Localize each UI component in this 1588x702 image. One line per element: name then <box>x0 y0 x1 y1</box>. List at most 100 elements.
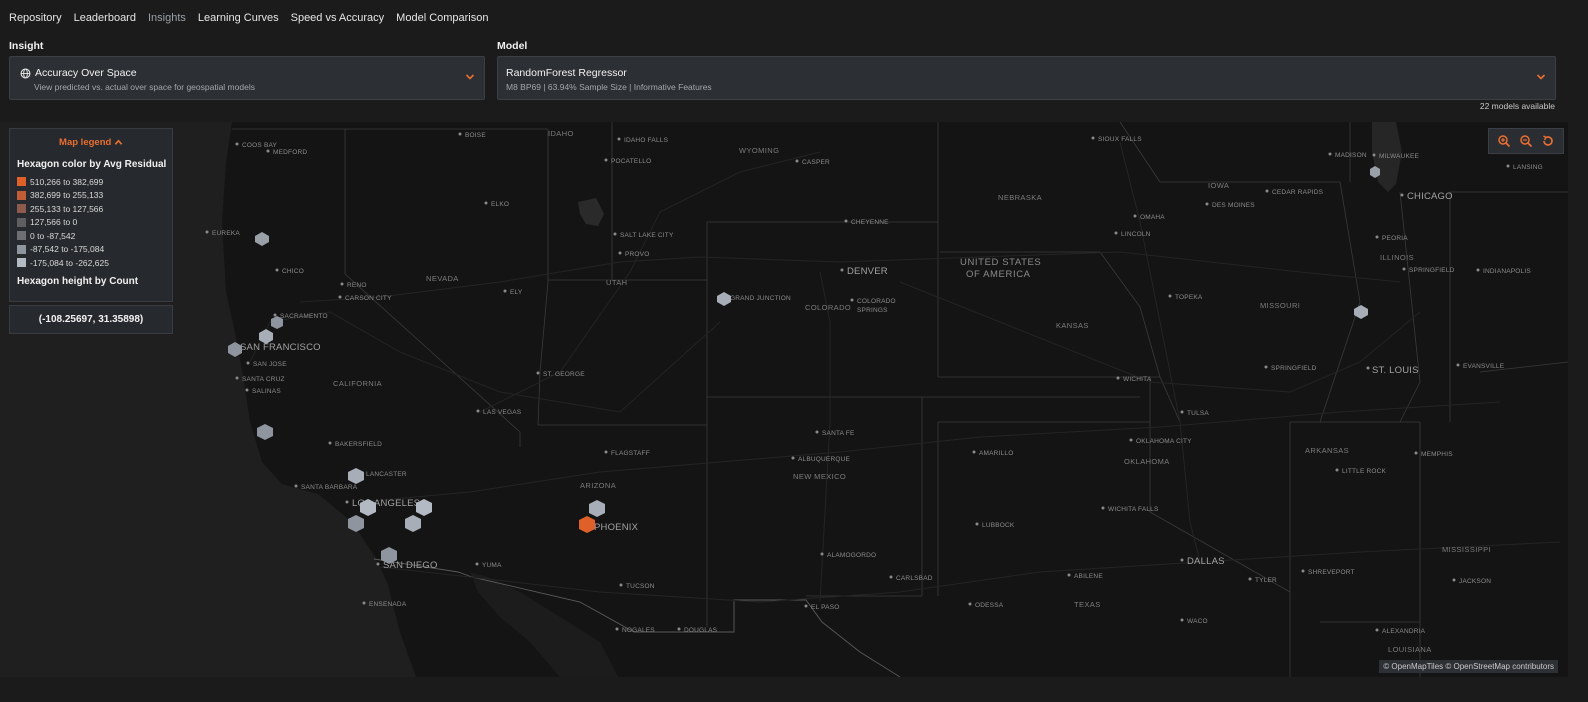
great-salt-lake <box>578 198 604 226</box>
svg-text:LITTLE ROCK: LITTLE ROCK <box>1342 468 1387 475</box>
state-arkansas: ARKANSAS <box>1305 446 1349 455</box>
state-illinois: ILLINOIS <box>1380 253 1414 262</box>
svg-text:CARLSBAD: CARLSBAD <box>896 575 933 582</box>
city-san-francisco: SAN FRANCISCO <box>240 342 321 353</box>
svg-text:SPRINGFIELD: SPRINGFIELD <box>1409 267 1455 274</box>
city-milwaukee: MILWAUKEE <box>1372 153 1420 160</box>
model-subtitle: M8 BP69 | 63.94% Sample Size | Informati… <box>506 82 712 92</box>
svg-text:AMARILLO: AMARILLO <box>979 450 1013 457</box>
city-topeka: TOPEKA <box>1168 294 1203 301</box>
reset-view-icon[interactable] <box>1541 134 1555 148</box>
nav-leaderboard[interactable]: Leaderboard <box>74 12 136 24</box>
svg-text:DALLAS: DALLAS <box>1187 556 1225 567</box>
city-cheyenne: CHEYENNE <box>844 219 889 226</box>
legend-toggle-button[interactable]: Map legend <box>10 137 172 148</box>
svg-text:GRAND JUNCTION: GRAND JUNCTION <box>730 295 791 302</box>
svg-text:TYLER: TYLER <box>1255 577 1277 584</box>
svg-text:LOUISIANA: LOUISIANA <box>1388 645 1432 654</box>
city-denver: DENVER <box>840 266 888 277</box>
map-tools <box>1488 128 1564 154</box>
svg-text:ARKANSAS: ARKANSAS <box>1305 446 1349 455</box>
gulf-of-california <box>470 572 618 677</box>
city-wichita-falls: WICHITA FALLS <box>1101 506 1159 513</box>
city-st-louis: ST. LOUIS <box>1366 365 1418 376</box>
city-st-george: ST. GEORGE <box>536 371 585 378</box>
country-usa: UNITED STATESOF AMERICA <box>960 257 1041 280</box>
legend-row: 382,699 to 255,133 <box>17 189 172 203</box>
svg-text:MADISON: MADISON <box>1335 152 1367 159</box>
city-sioux-falls: SIOUX FALLS <box>1091 136 1142 143</box>
svg-text:JACKSON: JACKSON <box>1459 578 1491 585</box>
svg-text:CEDAR RAPIDS: CEDAR RAPIDS <box>1272 189 1324 196</box>
city-lubbock: LUBBOCK <box>975 522 1015 529</box>
city-odessa: ODESSA <box>968 602 1004 609</box>
svg-text:KANSAS: KANSAS <box>1056 321 1089 330</box>
city-yuma: YUMA <box>475 562 502 569</box>
city-san-jose: SAN JOSE <box>246 361 287 368</box>
city-reno: RENO <box>340 282 366 289</box>
map-canvas[interactable]: COOS BAY MEDFORD EUREKA CHICO RENO CARSO… <box>0 122 1568 677</box>
model-section-label: Model <box>497 40 528 52</box>
city-evansville: EVANSVILLE <box>1456 363 1505 370</box>
city-carson-city: CARSON CITY <box>338 295 392 302</box>
svg-text:DES MOINES: DES MOINES <box>1212 202 1255 209</box>
city-coos-bay: COOS BAY <box>235 142 278 149</box>
city-las-vegas: LAS VEGAS <box>476 409 522 416</box>
bottom-bar <box>0 677 1588 702</box>
svg-text:IDAHO FALLS: IDAHO FALLS <box>624 137 669 144</box>
svg-text:LUBBOCK: LUBBOCK <box>982 522 1015 529</box>
svg-text:ENSENADA: ENSENADA <box>369 601 407 608</box>
svg-text:LAS VEGAS: LAS VEGAS <box>483 409 522 416</box>
legend-swatch <box>17 190 26 200</box>
nav-insights[interactable]: Insights <box>148 12 186 24</box>
legend-range-label: 382,699 to 255,133 <box>30 190 104 201</box>
city-grand-junction: GRAND JUNCTION <box>723 295 791 302</box>
legend-range-label: 127,566 to 0 <box>30 217 78 228</box>
svg-text:SALT LAKE CITY: SALT LAKE CITY <box>620 232 674 239</box>
city-waco: WACO <box>1180 618 1208 625</box>
zoom-out-icon[interactable] <box>1519 134 1533 148</box>
zoom-in-icon[interactable] <box>1497 134 1511 148</box>
legend-swatch <box>17 244 26 254</box>
svg-text:LINCOLN: LINCOLN <box>1121 231 1151 238</box>
nav-learning-curves[interactable]: Learning Curves <box>198 12 279 24</box>
nav-repository[interactable]: Repository <box>9 12 62 24</box>
city-memphis: MEMPHIS <box>1414 451 1453 458</box>
city-provo: PROVO <box>618 251 649 258</box>
svg-text:ELY: ELY <box>510 289 523 296</box>
svg-text:PROVO: PROVO <box>625 251 649 258</box>
chevron-up-icon <box>114 139 123 145</box>
city-cedar-rapids: CEDAR RAPIDS <box>1265 189 1324 196</box>
city-shreveport: SHREVEPORT <box>1301 569 1355 576</box>
roads <box>249 141 1561 603</box>
svg-text:ELKO: ELKO <box>491 201 509 208</box>
svg-text:SHREVEPORT: SHREVEPORT <box>1308 569 1355 576</box>
chevron-down-icon <box>465 74 475 80</box>
svg-text:MILWAUKEE: MILWAUKEE <box>1379 153 1420 160</box>
hexagon <box>405 515 421 532</box>
svg-text:ILLINOIS: ILLINOIS <box>1380 253 1414 262</box>
nav-model-comparison[interactable]: Model Comparison <box>396 12 488 24</box>
svg-text:ST. GEORGE: ST. GEORGE <box>543 371 585 378</box>
svg-text:OKLAHOMA: OKLAHOMA <box>1124 457 1170 466</box>
svg-text:WACO: WACO <box>1187 618 1208 625</box>
svg-text:NEBRASKA: NEBRASKA <box>998 193 1042 202</box>
svg-text:COLORADO: COLORADO <box>805 303 851 312</box>
hexagon <box>589 500 605 517</box>
svg-text:EL PASO: EL PASO <box>811 604 840 611</box>
svg-text:COOS BAY: COOS BAY <box>242 142 278 149</box>
svg-text:TEXAS: TEXAS <box>1074 600 1101 609</box>
state-mississippi: MISSISSIPPI <box>1442 545 1491 554</box>
svg-text:MEMPHIS: MEMPHIS <box>1421 451 1453 458</box>
legend-swatch <box>17 217 26 227</box>
insight-dropdown[interactable]: Accuracy Over Space View predicted vs. a… <box>9 56 485 100</box>
svg-text:POCATELLO: POCATELLO <box>611 158 651 165</box>
city-pocatello: POCATELLO <box>604 158 651 165</box>
svg-text:NEW MEXICO: NEW MEXICO <box>793 472 846 481</box>
svg-text:NEVADA: NEVADA <box>426 274 459 283</box>
legend-range-label: -175,084 to -262,625 <box>30 257 109 268</box>
nav-speed-vs-accuracy[interactable]: Speed vs Accuracy <box>291 12 385 24</box>
state-missouri: MISSOURI <box>1260 301 1300 310</box>
svg-text:TOPEKA: TOPEKA <box>1175 294 1203 301</box>
model-dropdown[interactable]: RandomForest Regressor M8 BP69 | 63.94% … <box>497 56 1556 100</box>
